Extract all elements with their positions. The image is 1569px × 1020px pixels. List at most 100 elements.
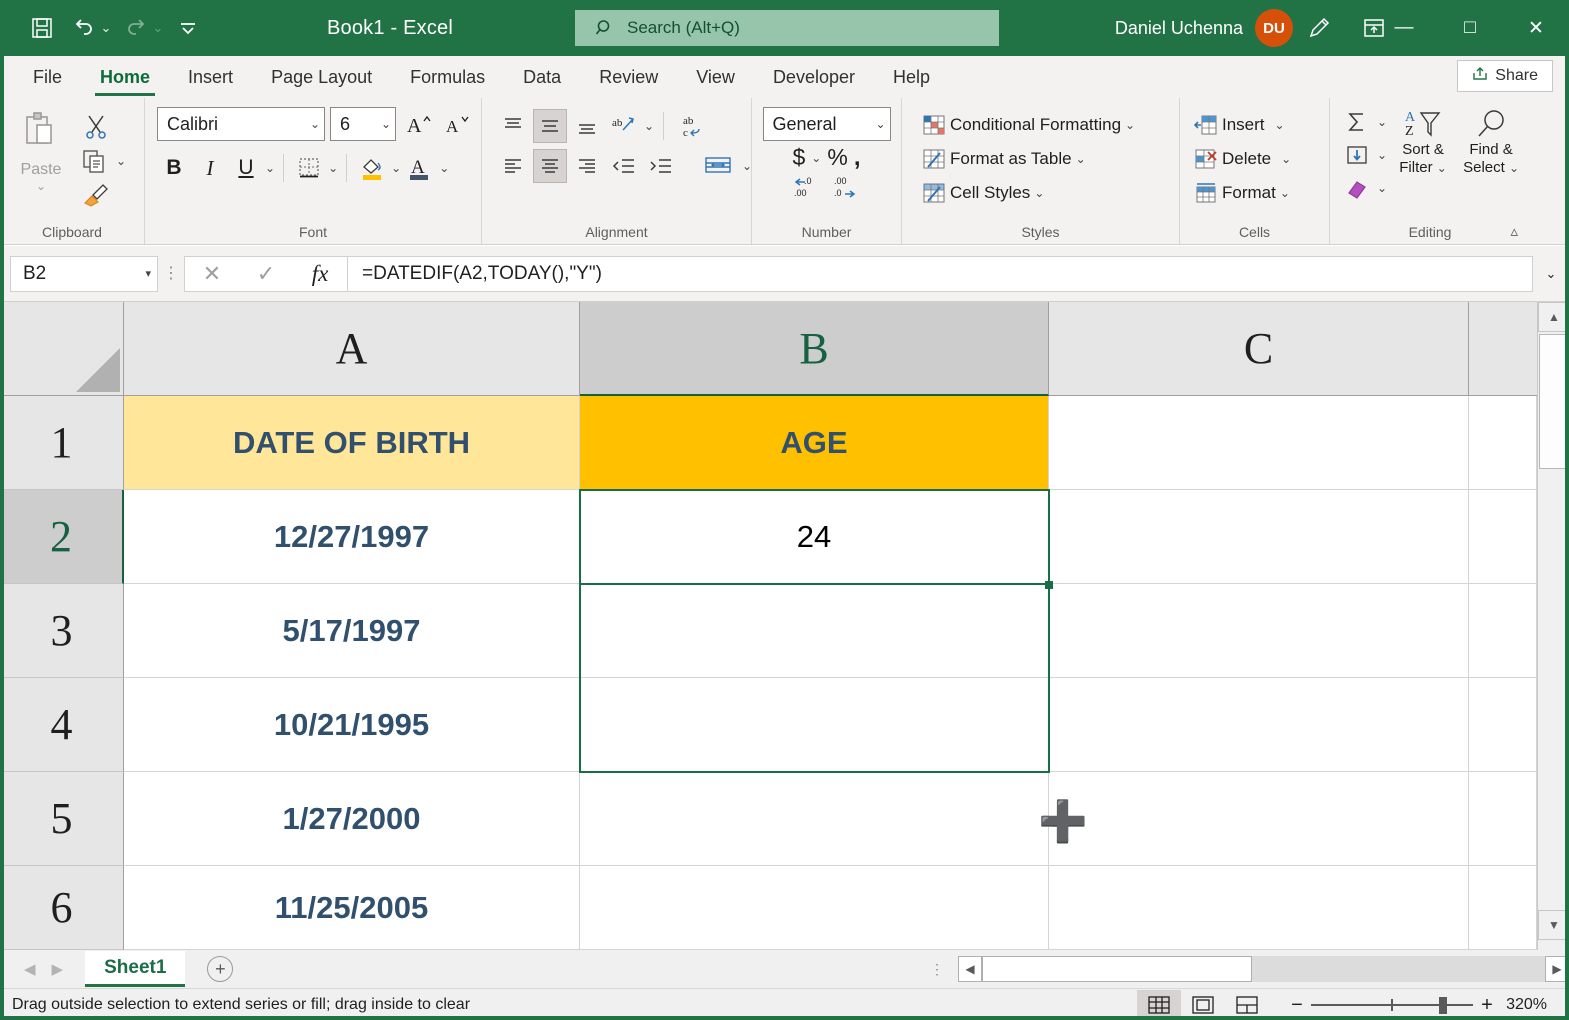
- merge-and-center-icon[interactable]: [697, 149, 739, 183]
- find-select-dropdown-icon[interactable]: ⌄: [1509, 161, 1519, 175]
- wrap-text-icon[interactable]: ab c: [673, 109, 715, 143]
- zoom-in-button[interactable]: +: [1473, 994, 1501, 1017]
- align-middle-icon[interactable]: [533, 109, 567, 143]
- format-painter-icon[interactable]: [74, 179, 118, 211]
- tab-home[interactable]: Home: [81, 58, 169, 98]
- insert-dropdown-icon[interactable]: ⌄: [1275, 118, 1285, 132]
- borders-icon[interactable]: [292, 151, 326, 185]
- italic-button[interactable]: I: [193, 151, 227, 185]
- minimize-button[interactable]: —: [1371, 0, 1437, 56]
- share-button[interactable]: Share: [1457, 60, 1553, 92]
- tab-developer[interactable]: Developer: [754, 58, 874, 98]
- copy-dropdown-icon[interactable]: ⌄: [116, 154, 126, 168]
- cell-B6[interactable]: [580, 866, 1049, 950]
- row-header-2[interactable]: 2: [0, 490, 124, 584]
- paste-button[interactable]: Paste ⌄: [8, 103, 74, 193]
- cell-D2[interactable]: [1469, 490, 1537, 584]
- align-center-icon[interactable]: [533, 149, 567, 183]
- tab-formulas[interactable]: Formulas: [391, 58, 504, 98]
- name-box-dropdown-icon[interactable]: ▾: [145, 267, 151, 280]
- find-and-select-button[interactable]: Find & Select ⌄: [1459, 107, 1523, 203]
- name-box[interactable]: B2 ▾: [10, 256, 158, 292]
- tab-help[interactable]: Help: [874, 58, 949, 98]
- cell-D3[interactable]: [1469, 584, 1537, 678]
- autosum-icon[interactable]: [1340, 107, 1374, 137]
- row-header-3[interactable]: 3: [0, 584, 124, 678]
- merge-dropdown-icon[interactable]: ⌄: [742, 159, 752, 173]
- decrease-decimal-icon[interactable]: .00 .0: [832, 174, 862, 205]
- delete-cells-button[interactable]: Delete ⌄: [1190, 143, 1295, 175]
- underline-button[interactable]: U: [229, 151, 263, 185]
- clear-dropdown-icon[interactable]: ⌄: [1377, 181, 1387, 195]
- cell-B5[interactable]: [580, 772, 1049, 866]
- sheet-tab-sheet1[interactable]: Sheet1: [85, 951, 185, 987]
- row-header-6[interactable]: 6: [0, 866, 124, 950]
- cell-C1[interactable]: [1049, 396, 1469, 490]
- add-sheet-button[interactable]: +: [207, 956, 233, 982]
- scroll-left-button[interactable]: ◀: [958, 956, 982, 982]
- conditional-formatting-button[interactable]: Conditional Formatting ⌄: [918, 109, 1139, 141]
- fill-color-dropdown-icon[interactable]: ⌄: [391, 161, 401, 175]
- close-button[interactable]: ✕: [1503, 0, 1569, 56]
- cell-D6[interactable]: [1469, 866, 1537, 950]
- tab-data[interactable]: Data: [504, 58, 580, 98]
- copy-icon[interactable]: [74, 145, 114, 177]
- decrease-indent-icon[interactable]: [607, 149, 641, 183]
- comma-format-icon[interactable]: ,: [854, 153, 861, 163]
- number-format-dropdown-icon[interactable]: ⌄: [875, 117, 885, 131]
- cell-B3[interactable]: [580, 584, 1049, 678]
- fill-dropdown-icon[interactable]: ⌄: [1377, 148, 1387, 162]
- conditional-formatting-dropdown-icon[interactable]: ⌄: [1125, 118, 1135, 132]
- increase-font-size-icon[interactable]: A: [401, 107, 435, 141]
- cell-B4[interactable]: [580, 678, 1049, 772]
- column-header-c[interactable]: C: [1049, 302, 1469, 396]
- tab-insert[interactable]: Insert: [169, 58, 252, 98]
- zoom-out-button[interactable]: −: [1283, 994, 1311, 1017]
- insert-cells-button[interactable]: Insert ⌄: [1190, 109, 1295, 141]
- fill-color-icon[interactable]: [355, 151, 389, 185]
- search-input[interactable]: Search (Alt+Q): [575, 10, 999, 46]
- autosum-dropdown-icon[interactable]: ⌄: [1377, 115, 1387, 129]
- bold-button[interactable]: B: [157, 151, 191, 185]
- cell-C4[interactable]: [1049, 678, 1469, 772]
- cell-D1[interactable]: [1469, 396, 1537, 490]
- decrease-font-size-icon[interactable]: A: [440, 107, 474, 141]
- cell-D4[interactable]: [1469, 678, 1537, 772]
- font-size-dropdown-icon[interactable]: ⌄: [381, 117, 391, 131]
- horizontal-scrollbar[interactable]: ⋮ ◀ ▶: [930, 950, 1569, 988]
- align-bottom-icon[interactable]: [570, 109, 604, 143]
- cell-C6[interactable]: [1049, 866, 1469, 950]
- collapse-ribbon-icon[interactable]: ▵: [1510, 222, 1518, 240]
- horizontal-scroll-track[interactable]: [982, 956, 1545, 982]
- column-header-a[interactable]: A: [124, 302, 580, 396]
- format-dropdown-icon[interactable]: ⌄: [1280, 186, 1290, 200]
- horizontal-scroll-thumb[interactable]: [982, 956, 1252, 982]
- cell-B1[interactable]: AGE: [580, 396, 1049, 490]
- tab-review[interactable]: Review: [580, 58, 677, 98]
- pen-annotate-icon[interactable]: [1293, 0, 1347, 56]
- cell-C2[interactable]: [1049, 490, 1469, 584]
- paste-dropdown-icon[interactable]: ⌄: [36, 179, 46, 193]
- cut-icon[interactable]: [74, 111, 118, 143]
- increase-indent-icon[interactable]: [644, 149, 678, 183]
- expand-formula-bar-icon[interactable]: ⌄: [1533, 256, 1569, 292]
- cell-styles-button[interactable]: Cell Styles ⌄: [918, 177, 1139, 209]
- row-header-1[interactable]: 1: [0, 396, 124, 490]
- font-color-icon[interactable]: A: [403, 151, 437, 185]
- account-area[interactable]: Daniel Uchenna DU: [1115, 0, 1293, 56]
- row-header-5[interactable]: 5: [0, 772, 124, 866]
- format-as-table-dropdown-icon[interactable]: ⌄: [1076, 152, 1086, 166]
- align-top-icon[interactable]: [496, 109, 530, 143]
- cell-A2[interactable]: 12/27/1997: [124, 490, 580, 584]
- sort-and-filter-button[interactable]: A Z Sort & Filter ⌄: [1391, 107, 1455, 203]
- row-header-4[interactable]: 4: [0, 678, 124, 772]
- cell-C5[interactable]: [1049, 772, 1469, 866]
- undo-dropdown-icon[interactable]: ⌄: [98, 8, 114, 48]
- font-name-combo[interactable]: Calibri ⌄: [157, 107, 325, 141]
- column-header-d[interactable]: [1469, 302, 1537, 396]
- save-icon[interactable]: [22, 8, 62, 48]
- formula-bar-grip[interactable]: ⋮: [158, 270, 184, 277]
- cell-B2[interactable]: 24: [580, 490, 1049, 584]
- column-header-b[interactable]: B: [580, 302, 1049, 396]
- cell-A6[interactable]: 11/25/2005: [124, 866, 580, 950]
